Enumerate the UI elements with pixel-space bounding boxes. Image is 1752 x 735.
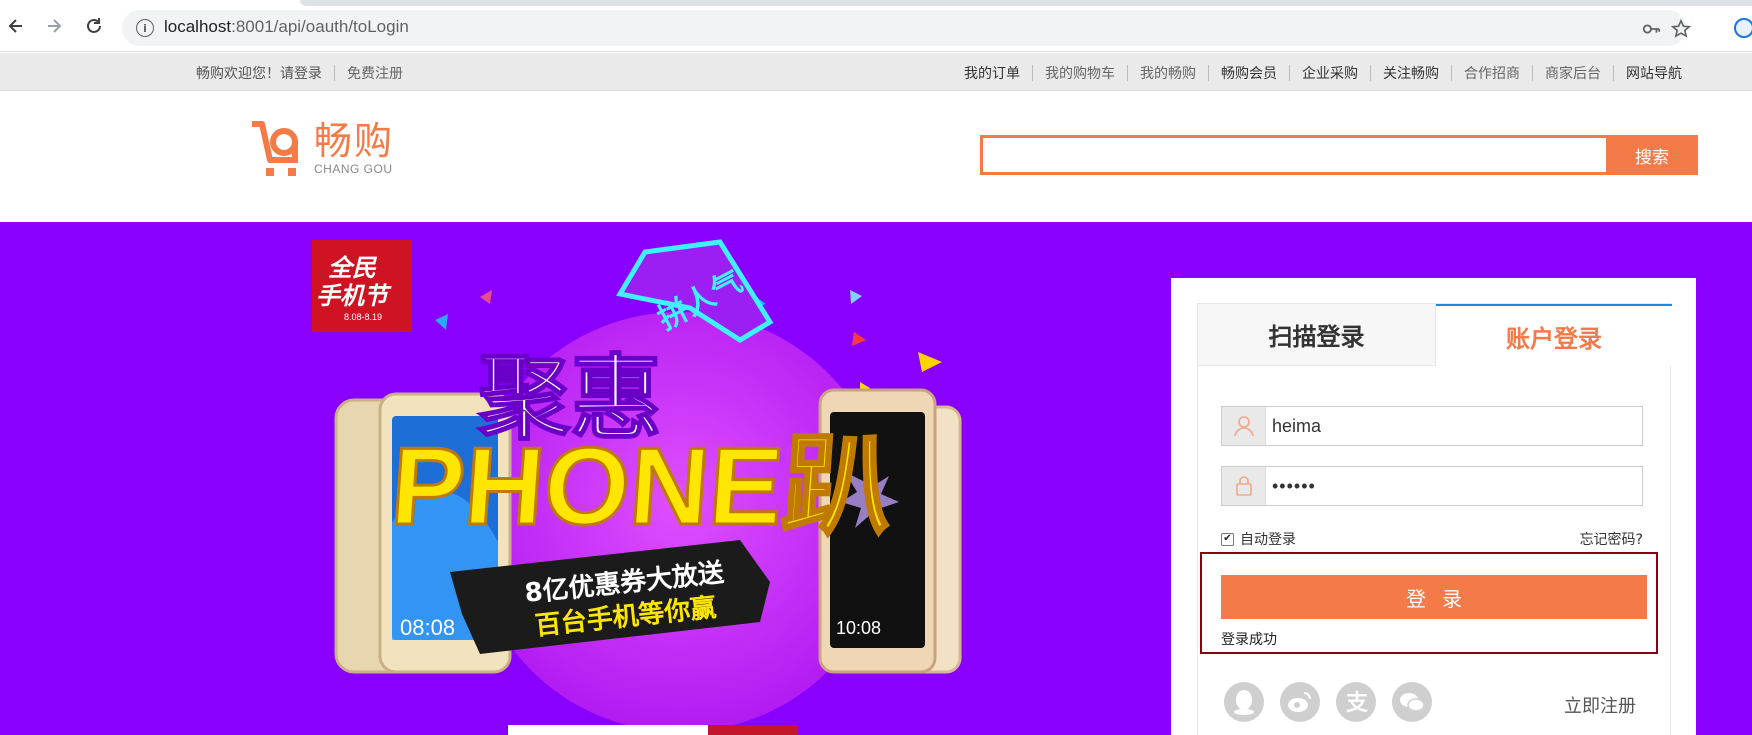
badge-line-1: 全民 — [328, 254, 378, 282]
alipay-icon[interactable]: 支 — [1336, 682, 1376, 722]
lock-icon — [1222, 467, 1266, 505]
arrow-left-icon — [8, 19, 22, 33]
register-now-link[interactable]: 立即注册 — [1564, 692, 1636, 718]
phone-left-time: 08:08 — [400, 615, 455, 640]
star-icon[interactable] — [1670, 18, 1692, 40]
auto-login-toggle[interactable]: ✔ 自动登录 — [1221, 529, 1296, 549]
key-icon[interactable] — [1640, 18, 1662, 40]
login-button[interactable]: 登录 — [1221, 575, 1647, 619]
partnership-link[interactable]: 合作招商 — [1464, 63, 1520, 83]
my-changgou-link[interactable]: 我的畅购 — [1140, 63, 1196, 83]
membership-link[interactable]: 畅购会员 — [1221, 63, 1277, 83]
password-input[interactable] — [1268, 467, 1640, 505]
search-bar: 搜索 — [980, 135, 1698, 175]
divider — [1127, 65, 1128, 81]
welcome-text: 畅购欢迎您！ — [196, 66, 280, 82]
reload-icon — [87, 18, 101, 33]
phone-party-text: PHONE趴 — [387, 425, 897, 548]
my-orders-link[interactable]: 我的订单 — [964, 63, 1020, 83]
my-cart-link[interactable]: 我的购物车 — [1045, 63, 1115, 83]
browser-toolbar: i localhost:8001/api/oauth/toLogin — [0, 0, 1752, 52]
search-button[interactable]: 搜索 — [1606, 135, 1698, 175]
tab-scan-login[interactable]: 扫描登录 — [1198, 304, 1436, 366]
divider — [1451, 65, 1452, 81]
follow-link[interactable]: 关注畅购 — [1383, 63, 1439, 83]
badge-dates: 8.08-8.19 — [344, 312, 382, 322]
tab-strip — [300, 0, 1752, 6]
auto-login-checkbox[interactable]: ✔ — [1221, 532, 1234, 546]
info-icon[interactable]: i — [136, 19, 154, 37]
url-text: localhost:8001/api/oauth/toLogin — [164, 17, 409, 36]
cart-logo-icon — [250, 120, 306, 180]
logo-title: 畅购 — [314, 119, 395, 163]
address-bar[interactable]: i localhost:8001/api/oauth/toLogin — [122, 10, 1691, 46]
divider — [1532, 65, 1533, 81]
social-login: 支 — [1224, 682, 1448, 722]
auto-login-label: 自动登录 — [1240, 532, 1296, 548]
promo-artwork[interactable]: 08:08 10:08 拼人气 聚惠 PHONE趴 8亿优惠券大放送 百台手机等… — [300, 222, 1060, 735]
login-link[interactable]: 请登录 — [280, 63, 322, 83]
badge-line-2: 手机节 — [316, 282, 392, 310]
arrow-right-icon — [48, 19, 62, 33]
username-field — [1221, 406, 1643, 446]
svg-text:支: 支 — [1346, 691, 1369, 715]
qq-icon[interactable] — [1224, 682, 1264, 722]
enterprise-purchase-link[interactable]: 企业采购 — [1302, 63, 1358, 83]
merchant-backend-link[interactable]: 商家后台 — [1545, 63, 1601, 83]
forgot-password-link[interactable]: 忘记密码? — [1580, 529, 1643, 549]
login-options: ✔ 自动登录 忘记密码? — [1221, 529, 1643, 549]
login-panel: 扫描登录 账户登录 ✔ 自动登录 忘记密码? 登录 登录成功 — [1171, 278, 1696, 735]
logo-subtitle: CHANG GOU — [314, 162, 393, 176]
profile-icon[interactable] — [1734, 18, 1752, 38]
register-link[interactable]: 免费注册 — [347, 63, 403, 83]
divider — [334, 65, 335, 81]
back-button[interactable] — [4, 14, 28, 38]
tab-account-login[interactable]: 账户登录 — [1436, 304, 1672, 366]
topbar-links: 我的订单 我的购物车 我的畅购 畅购会员 企业采购 关注畅购 合作招商 商家后台… — [964, 63, 1682, 83]
login-status-message: 登录成功 — [1221, 632, 1277, 648]
wechat-icon[interactable] — [1392, 682, 1432, 722]
site-topbar: 畅购欢迎您！ 请登录 免费注册 我的订单 我的购物车 我的畅购 畅购会员 企业采… — [0, 53, 1752, 91]
logo[interactable]: 畅购 CHANG GOU — [250, 120, 394, 180]
divider — [1032, 65, 1033, 81]
divider — [1613, 65, 1614, 81]
login-box: 扫描登录 账户登录 ✔ 自动登录 忘记密码? 登录 登录成功 — [1197, 303, 1672, 735]
forward-button[interactable] — [42, 14, 66, 38]
divider — [1208, 65, 1209, 81]
password-field — [1221, 466, 1643, 506]
phone-right-time: 10:08 — [836, 618, 881, 638]
user-icon — [1222, 407, 1266, 445]
divider — [1289, 65, 1290, 81]
reload-button[interactable] — [82, 14, 106, 38]
weibo-icon[interactable] — [1280, 682, 1320, 722]
username-input[interactable] — [1268, 407, 1640, 445]
site-header: 畅购 CHANG GOU 搜索 — [0, 92, 1752, 222]
search-input[interactable] — [980, 135, 1608, 175]
divider — [1370, 65, 1371, 81]
site-navigation-link[interactable]: 网站导航 — [1626, 63, 1682, 83]
